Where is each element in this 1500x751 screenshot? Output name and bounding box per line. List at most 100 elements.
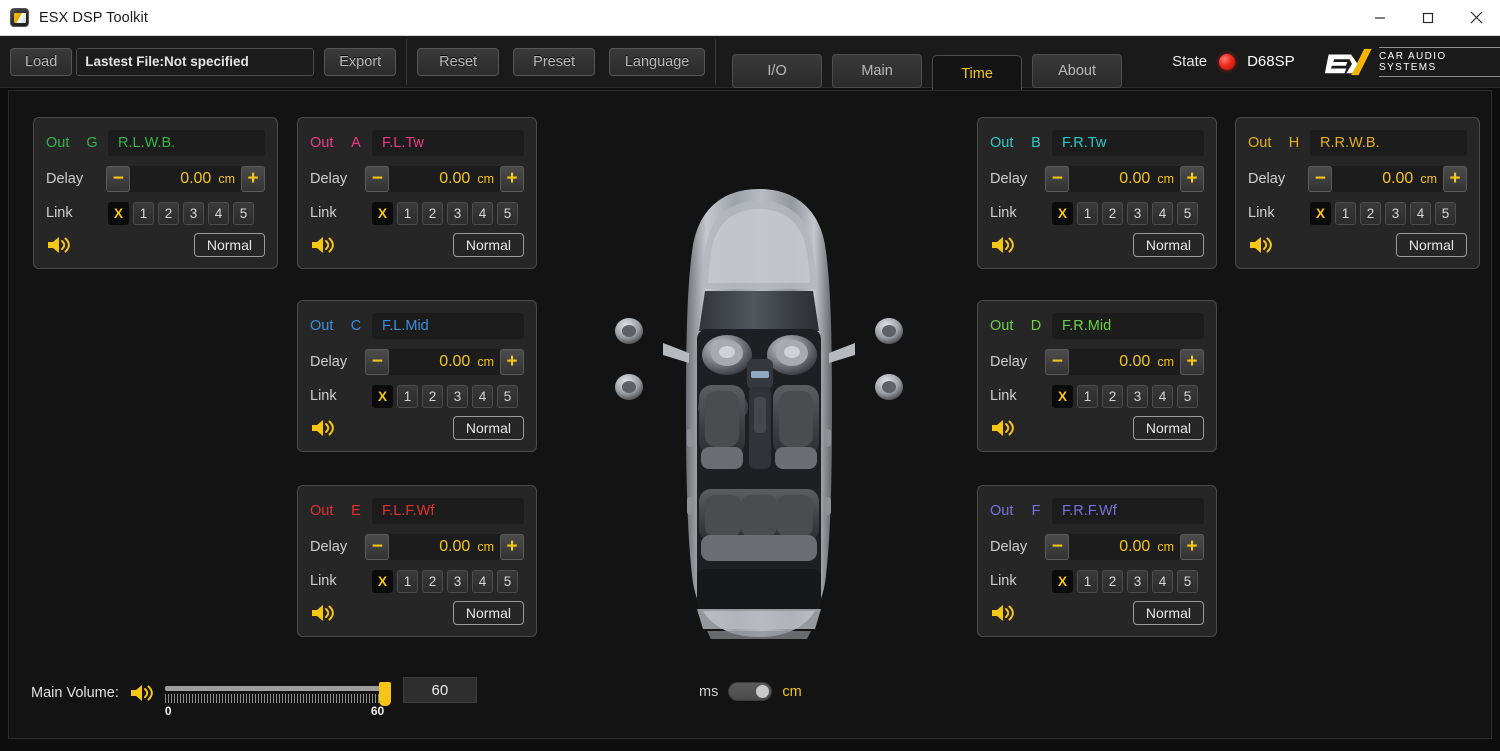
- link-option-4[interactable]: 4: [208, 201, 229, 225]
- link-option-4[interactable]: 4: [1152, 569, 1173, 593]
- link-option-4[interactable]: 4: [472, 384, 493, 408]
- main-volume-slider[interactable]: 0 60: [164, 676, 391, 718]
- link-option-2[interactable]: 2: [1102, 569, 1123, 593]
- link-option-5[interactable]: 5: [497, 569, 518, 593]
- link-option-3[interactable]: 3: [447, 384, 468, 408]
- delay-increment-button[interactable]: +: [1180, 166, 1204, 192]
- close-icon[interactable]: [1452, 0, 1500, 36]
- link-option-x[interactable]: X: [108, 201, 129, 225]
- link-option-1[interactable]: 1: [397, 201, 418, 225]
- delay-decrement-button[interactable]: −: [1308, 166, 1333, 192]
- link-option-x[interactable]: X: [372, 201, 393, 225]
- speaker-icon[interactable]: [46, 234, 72, 256]
- speaker-icon[interactable]: [310, 417, 336, 439]
- minimize-icon[interactable]: [1356, 0, 1404, 36]
- link-option-5[interactable]: 5: [1177, 384, 1198, 408]
- channel-name-field[interactable]: R.R.W.B.: [1310, 130, 1467, 156]
- link-option-2[interactable]: 2: [1102, 201, 1123, 225]
- speaker-icon[interactable]: [310, 602, 336, 624]
- unit-toggle[interactable]: [728, 682, 773, 701]
- link-option-x[interactable]: X: [372, 384, 393, 408]
- link-option-3[interactable]: 3: [1127, 384, 1148, 408]
- link-option-2[interactable]: 2: [422, 569, 443, 593]
- phase-button[interactable]: Normal: [452, 233, 524, 257]
- link-option-2[interactable]: 2: [422, 384, 443, 408]
- link-option-2[interactable]: 2: [1102, 384, 1123, 408]
- link-option-4[interactable]: 4: [1152, 384, 1173, 408]
- link-option-x[interactable]: X: [1052, 201, 1073, 225]
- delay-decrement-button[interactable]: −: [1045, 349, 1070, 375]
- link-option-x[interactable]: X: [1310, 201, 1331, 225]
- delay-increment-button[interactable]: +: [1443, 166, 1467, 192]
- link-option-1[interactable]: 1: [397, 384, 418, 408]
- phase-button[interactable]: Normal: [452, 416, 524, 440]
- phase-button[interactable]: Normal: [1132, 601, 1204, 625]
- channel-name-field[interactable]: F.R.Tw: [1052, 130, 1204, 156]
- link-option-1[interactable]: 1: [1077, 569, 1098, 593]
- delay-value[interactable]: 0.00: [389, 349, 476, 375]
- delay-decrement-button[interactable]: −: [106, 166, 131, 192]
- delay-increment-button[interactable]: +: [1180, 534, 1204, 560]
- speaker-icon[interactable]: [1248, 234, 1274, 256]
- link-option-5[interactable]: 5: [1435, 201, 1456, 225]
- link-option-2[interactable]: 2: [158, 201, 179, 225]
- last-file-field[interactable]: Lastest File:Not specified: [76, 47, 315, 76]
- phase-button[interactable]: Normal: [1132, 416, 1204, 440]
- link-option-4[interactable]: 4: [472, 569, 493, 593]
- channel-name-field[interactable]: F.L.F.Wf: [372, 498, 524, 524]
- delay-value[interactable]: 0.00: [1069, 166, 1156, 192]
- language-button[interactable]: Language: [609, 47, 706, 76]
- link-option-1[interactable]: 1: [1077, 201, 1098, 225]
- delay-decrement-button[interactable]: −: [365, 534, 390, 560]
- link-option-4[interactable]: 4: [1410, 201, 1431, 225]
- delay-value[interactable]: 0.00: [130, 166, 217, 192]
- delay-decrement-button[interactable]: −: [365, 349, 390, 375]
- tab-io[interactable]: I/O: [732, 53, 823, 88]
- link-option-4[interactable]: 4: [472, 201, 493, 225]
- link-option-1[interactable]: 1: [1335, 201, 1356, 225]
- delay-decrement-button[interactable]: −: [1045, 534, 1070, 560]
- link-option-4[interactable]: 4: [1152, 201, 1173, 225]
- phase-button[interactable]: Normal: [1132, 233, 1204, 257]
- link-option-3[interactable]: 3: [1127, 201, 1148, 225]
- export-button[interactable]: Export: [324, 47, 397, 76]
- delay-increment-button[interactable]: +: [500, 534, 524, 560]
- delay-decrement-button[interactable]: −: [1045, 166, 1070, 192]
- speaker-icon[interactable]: [310, 234, 336, 256]
- link-option-5[interactable]: 5: [1177, 201, 1198, 225]
- maximize-icon[interactable]: [1404, 0, 1452, 36]
- reset-button[interactable]: Reset: [417, 47, 500, 76]
- link-option-3[interactable]: 3: [447, 569, 468, 593]
- link-option-1[interactable]: 1: [133, 201, 154, 225]
- delay-increment-button[interactable]: +: [500, 166, 524, 192]
- speaker-icon[interactable]: [990, 234, 1016, 256]
- delay-value[interactable]: 0.00: [1069, 534, 1156, 560]
- slider-thumb[interactable]: [378, 682, 391, 706]
- tab-time[interactable]: Time: [932, 54, 1023, 93]
- link-option-3[interactable]: 3: [183, 201, 204, 225]
- phase-button[interactable]: Normal: [193, 233, 265, 257]
- delay-increment-button[interactable]: +: [500, 349, 524, 375]
- preset-button[interactable]: Preset: [513, 47, 596, 76]
- link-option-3[interactable]: 3: [447, 201, 468, 225]
- link-option-5[interactable]: 5: [497, 384, 518, 408]
- delay-value[interactable]: 0.00: [1332, 166, 1419, 192]
- link-option-1[interactable]: 1: [397, 569, 418, 593]
- speaker-icon[interactable]: [990, 602, 1016, 624]
- channel-name-field[interactable]: R.L.W.B.: [108, 130, 265, 156]
- channel-name-field[interactable]: F.R.Mid: [1052, 313, 1204, 339]
- link-option-2[interactable]: 2: [1360, 201, 1381, 225]
- delay-increment-button[interactable]: +: [1180, 349, 1204, 375]
- link-option-3[interactable]: 3: [1385, 201, 1406, 225]
- delay-increment-button[interactable]: +: [241, 166, 265, 192]
- tab-about[interactable]: About: [1032, 53, 1123, 88]
- channel-name-field[interactable]: F.L.Mid: [372, 313, 524, 339]
- link-option-2[interactable]: 2: [422, 201, 443, 225]
- delay-value[interactable]: 0.00: [389, 534, 476, 560]
- delay-value[interactable]: 0.00: [389, 166, 476, 192]
- phase-button[interactable]: Normal: [1395, 233, 1467, 257]
- channel-name-field[interactable]: F.R.F.Wf: [1052, 498, 1204, 524]
- link-option-1[interactable]: 1: [1077, 384, 1098, 408]
- link-option-3[interactable]: 3: [1127, 569, 1148, 593]
- tab-main[interactable]: Main: [832, 53, 923, 88]
